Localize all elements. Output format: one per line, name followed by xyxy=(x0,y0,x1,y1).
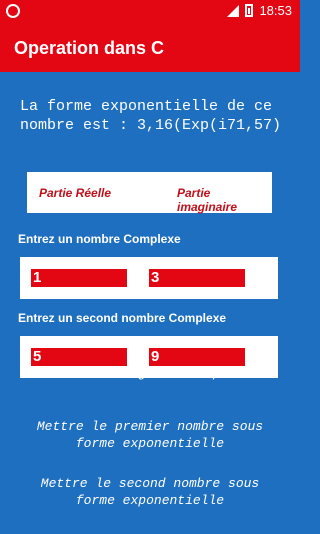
app-notification-icon xyxy=(6,4,20,18)
second-imag-input[interactable]: 9 xyxy=(149,348,245,366)
app-bar: Operation dans C xyxy=(0,24,300,72)
tab-imag-part[interactable]: Partie imaginaire xyxy=(177,186,272,214)
first-imag-input[interactable]: 3 xyxy=(149,269,245,287)
status-time: 18:53 xyxy=(259,3,292,18)
signal-icon xyxy=(227,4,240,17)
tab-real-part[interactable]: Partie Réelle xyxy=(39,186,111,200)
second-exponential-button[interactable]: Mettre le second nombre sous forme expon… xyxy=(20,475,280,509)
second-real-input[interactable]: 5 xyxy=(31,348,127,366)
result-text: La forme exponentielle de ce nombre est … xyxy=(20,98,282,134)
status-bar: 18:53 xyxy=(0,0,300,24)
status-icons: 18:53 xyxy=(227,3,292,18)
part-tabs: Partie Réelle Partie imaginaire xyxy=(27,172,272,214)
app-title: Operation dans C xyxy=(14,38,165,58)
first-number-label: Entrez un nombre Complexe xyxy=(18,232,181,246)
second-number-box: 5 9 xyxy=(20,336,278,378)
first-exponential-button[interactable]: Mettre le premier nombre sous forme expo… xyxy=(20,418,280,452)
trigonometric-button[interactable]: forme trigonometrique xyxy=(20,373,280,389)
battery-icon xyxy=(245,4,254,17)
second-number-label: Entrez un second nombre Complexe xyxy=(18,311,227,325)
first-number-box: 1 3 xyxy=(20,257,278,299)
first-real-input[interactable]: 1 xyxy=(31,269,127,287)
trigonometric-label: forme trigonometrique xyxy=(68,373,232,381)
